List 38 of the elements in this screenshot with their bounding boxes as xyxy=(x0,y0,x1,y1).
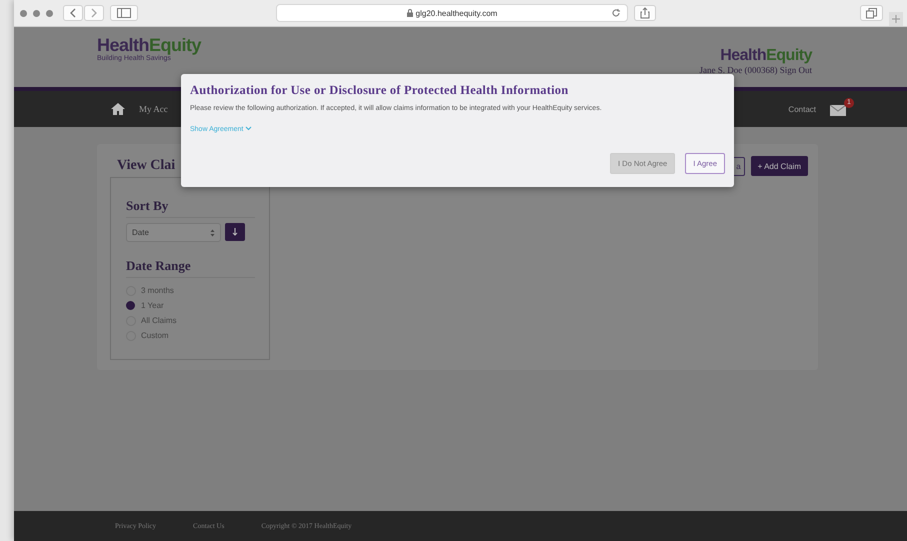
url-text: glg20.healthequity.com xyxy=(416,8,498,18)
healthequity-logo: HealthEquity xyxy=(719,47,812,65)
sidebar-icon xyxy=(117,8,131,18)
chevron-right-icon xyxy=(90,8,98,18)
share-icon xyxy=(640,7,650,19)
contact-link[interactable]: Contact xyxy=(788,104,816,114)
page-title: View Clai xyxy=(117,158,176,174)
forward-button[interactable] xyxy=(84,5,104,21)
sort-direction-button[interactable] xyxy=(225,223,245,241)
date-range-heading: Date Range xyxy=(126,258,255,278)
healthequity-logo[interactable]: HealthEquity xyxy=(97,35,202,56)
mail-icon[interactable] xyxy=(830,105,846,116)
new-tab-icon[interactable] xyxy=(889,12,903,26)
arrow-down-icon xyxy=(232,228,238,236)
select-arrows-icon xyxy=(210,228,215,236)
radio-label: 1 Year xyxy=(141,301,164,310)
back-button[interactable] xyxy=(63,5,83,21)
nav-link[interactable]: My Acc xyxy=(139,104,168,114)
add-claim-button[interactable]: + Add Claim xyxy=(750,156,808,176)
radio-label: Custom xyxy=(141,331,169,340)
sort-select[interactable]: Date xyxy=(126,223,221,242)
reload-icon[interactable] xyxy=(611,8,621,18)
share-button[interactable] xyxy=(634,5,656,21)
radio-button[interactable] xyxy=(126,301,135,310)
user-name: Jane S. Doe (000368) xyxy=(699,65,778,75)
home-icon[interactable] xyxy=(111,103,125,115)
address-bar[interactable]: glg20.healthequity.com xyxy=(276,4,628,22)
chevron-left-icon xyxy=(69,8,77,18)
radio-label: All Claims xyxy=(141,316,177,325)
chevron-down-icon xyxy=(245,126,252,131)
tabs-icon xyxy=(866,8,877,18)
tabs-button[interactable] xyxy=(860,5,883,21)
sign-out-link[interactable]: Sign Out xyxy=(780,65,812,75)
lock-icon xyxy=(406,9,413,17)
radio-label: 3 months xyxy=(141,286,174,295)
dialog-title: Authorization for Use or Disclosure of Protected Health Information xyxy=(190,83,570,98)
sidebar-button[interactable] xyxy=(110,5,138,21)
sort-heading: Sort By xyxy=(126,198,255,218)
